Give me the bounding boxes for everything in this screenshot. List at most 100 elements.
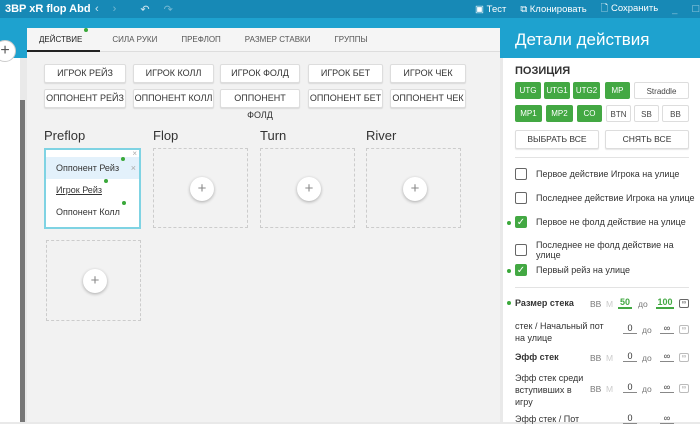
redo-icon[interactable]: ↷ xyxy=(164,3,173,16)
add-action-icon[interactable]: + xyxy=(190,177,214,201)
add-action-icon[interactable]: + xyxy=(83,269,107,293)
clone-button[interactable]: ⧉ Клонировать xyxy=(520,4,586,15)
test-button[interactable]: ▣ Тест xyxy=(475,4,506,15)
opponent-fold-button[interactable]: ОППОНЕНТ ФОЛД xyxy=(220,89,300,120)
checkbox-row[interactable]: Последнее действие Игрока на улице xyxy=(515,192,695,204)
select-all-button[interactable]: ВЫБРАТЬ ВСЕ xyxy=(515,130,599,149)
position-straddle[interactable]: Straddle xyxy=(634,82,689,99)
list-item[interactable]: Оппонент Рейз × xyxy=(46,157,139,179)
add-action-icon[interactable]: + xyxy=(403,177,427,201)
street-preflop: Preflop xyxy=(44,128,86,143)
checkbox[interactable]: ✓ xyxy=(515,216,527,228)
stack-to-input[interactable]: 100 xyxy=(656,297,674,309)
position-mp1[interactable]: MP1 xyxy=(515,105,542,122)
player-fold-button[interactable]: ИГРОК ФОЛД xyxy=(220,64,300,83)
list-item[interactable]: Оппонент Колл xyxy=(46,201,139,223)
checkbox-row[interactable]: ✓ Первый рейз на улице xyxy=(515,264,630,276)
close-icon[interactable]: × xyxy=(132,149,137,158)
position-utg[interactable]: UTG xyxy=(515,82,541,99)
checkbox[interactable]: ✓ xyxy=(515,264,527,276)
opponent-check-button[interactable]: ОППОНЕНТ ЧЕК xyxy=(390,89,466,108)
position-utg1[interactable]: UTG1 xyxy=(544,82,570,99)
preflop-dropzone[interactable]: + xyxy=(46,240,141,321)
list-item[interactable]: Игрок Рейз xyxy=(46,179,139,201)
status-dot xyxy=(84,27,89,32)
player-check-button[interactable]: ИГРОК ЧЕК xyxy=(390,64,466,83)
pot-from-input[interactable]: 0 xyxy=(623,323,637,334)
position-btn[interactable]: BTN xyxy=(606,105,631,122)
item-label: Оппонент Колл xyxy=(56,207,120,217)
checkbox-label: Первый рейз на улице xyxy=(536,265,631,275)
divider xyxy=(515,287,689,288)
opponent-call-button[interactable]: ОППОНЕНТ КОЛЛ xyxy=(133,89,214,108)
checkbox[interactable] xyxy=(515,192,527,204)
status-dot xyxy=(121,157,126,161)
position-mp[interactable]: MP xyxy=(605,82,630,99)
bb-toggle[interactable]: BB xyxy=(590,353,601,363)
player-bet-button[interactable]: ИГРОК БЕТ xyxy=(308,64,383,83)
infinity-button[interactable]: ∞ xyxy=(679,353,689,362)
checkbox-row[interactable]: ✓ Первое не фолд действие на улице xyxy=(515,216,686,228)
minimize-icon[interactable]: _ xyxy=(672,4,677,15)
river-dropzone[interactable]: + xyxy=(366,148,461,228)
eff-in-to-input[interactable]: ∞ xyxy=(660,382,674,393)
stack-from-input[interactable]: 50 xyxy=(618,297,632,309)
m-toggle[interactable]: M xyxy=(606,353,613,363)
eff-pot-from-input[interactable]: 0 xyxy=(623,413,637,424)
maximize-icon[interactable]: ☐ xyxy=(691,4,700,15)
eff-pot-to-input[interactable]: ∞ xyxy=(660,413,674,424)
eff-stack-pot-label: Эфф стек / Пот xyxy=(515,414,580,424)
pot-to-input[interactable]: ∞ xyxy=(660,323,674,334)
tab-preflop[interactable]: ПРЕФЛОП xyxy=(169,28,232,52)
checkbox[interactable] xyxy=(515,168,527,180)
forward-icon[interactable]: › xyxy=(113,3,117,15)
tab-action[interactable]: ДЕЙСТВИЕ xyxy=(27,27,101,52)
remove-icon[interactable]: × xyxy=(131,157,136,179)
stack-size-label: Размер стека xyxy=(515,298,574,308)
position-bb[interactable]: BB xyxy=(662,105,689,122)
status-dot xyxy=(507,269,511,273)
tab-bet-size[interactable]: РАЗМЕР СТАВКИ xyxy=(233,28,323,52)
player-call-button[interactable]: ИГРОК КОЛЛ xyxy=(133,64,214,83)
bb-toggle[interactable]: BB xyxy=(590,299,601,309)
clone-label: Клонировать xyxy=(529,3,587,15)
flop-dropzone[interactable]: + xyxy=(153,148,248,228)
eff-from-input[interactable]: 0 xyxy=(623,351,637,362)
player-raise-button[interactable]: ИГРОК РЕЙЗ xyxy=(44,64,126,83)
eff-to-input[interactable]: ∞ xyxy=(660,351,674,362)
position-sb[interactable]: SB xyxy=(634,105,659,122)
opponent-raise-button[interactable]: ОППОНЕНТ РЕЙЗ xyxy=(44,89,126,108)
scrollbar[interactable] xyxy=(20,100,25,422)
checkbox-row[interactable]: Последнее не фолд действие на улице xyxy=(515,240,700,260)
checkbox[interactable] xyxy=(515,244,527,256)
position-mp2[interactable]: MP2 xyxy=(546,105,573,122)
position-co[interactable]: CO xyxy=(577,105,602,122)
eff-stack-label: Эфф стек xyxy=(515,352,559,362)
bb-toggle[interactable]: BB xyxy=(590,384,601,394)
preflop-action-card[interactable]: × Оппонент Рейз × Игрок Рейз Оппонент Кол… xyxy=(44,148,141,229)
clear-all-button[interactable]: СНЯТЬ ВСЕ xyxy=(605,130,689,149)
tab-hand-strength[interactable]: СИЛА РУКИ xyxy=(100,28,169,52)
checkbox-row[interactable]: Первое действие Игрока на улице xyxy=(515,168,679,180)
back-icon[interactable]: ‹ xyxy=(95,3,99,15)
position-utg2[interactable]: UTG2 xyxy=(573,82,600,99)
tab-groups[interactable]: ГРУППЫ xyxy=(322,28,379,52)
add-action-icon[interactable]: + xyxy=(297,177,321,201)
undo-icon[interactable]: ↶ xyxy=(140,3,149,16)
test-label: Тест xyxy=(486,3,507,15)
title-bar: 3BP xR flop Abd ‹ › ↶ ↷ ▣ Тест ⧉ Клониро… xyxy=(0,0,700,18)
checkbox-label: Последнее действие Игрока на улице xyxy=(536,193,695,203)
save-button[interactable]: 🗋 Сохранить xyxy=(601,1,659,17)
infinity-button[interactable]: ∞ xyxy=(679,325,689,334)
turn-dropzone[interactable]: + xyxy=(260,148,355,228)
infinity-button[interactable]: ∞ xyxy=(679,299,689,308)
divider xyxy=(515,157,689,158)
infinity-button[interactable]: ∞ xyxy=(679,384,689,393)
opponent-bet-button[interactable]: ОППОНЕНТ БЕТ xyxy=(308,89,383,108)
m-toggle[interactable]: M xyxy=(606,384,613,394)
eff-in-from-input[interactable]: 0 xyxy=(623,382,637,393)
eff-stack-in-play-label: Эфф стек среди вступивших в игру xyxy=(515,373,584,407)
m-toggle[interactable]: M xyxy=(606,299,613,309)
pot-ratio-label: стек / Начальный пот на улице xyxy=(515,321,604,343)
save-label: Сохранить xyxy=(610,3,659,14)
